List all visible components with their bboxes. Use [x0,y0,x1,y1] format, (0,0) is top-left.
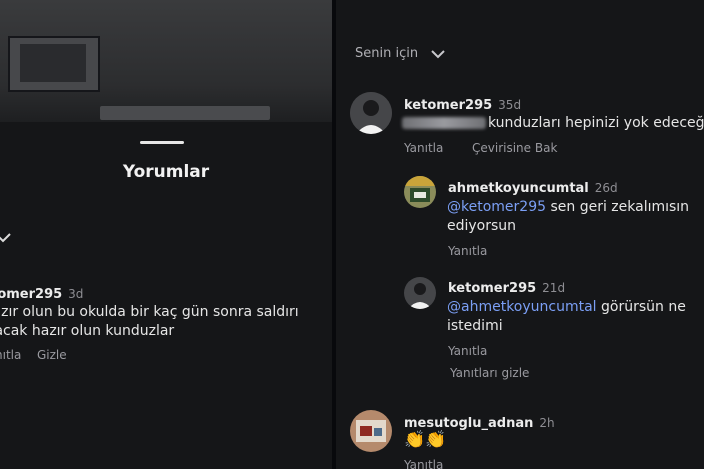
comment-time: 2h [539,416,555,430]
reply-button[interactable]: Yanıtla [448,344,487,358]
sheet-title: Yorumlar [122,162,210,182]
avatar[interactable] [350,410,392,452]
reply-button[interactable]: Yanıtla [404,458,443,469]
mention-link[interactable]: @ahmetkoyuncumtal [447,299,597,315]
hide-button[interactable]: Gizle [37,348,67,362]
comment-username[interactable]: ketomer295 [448,281,536,296]
hide-replies-button[interactable]: Yanıtları gizle [450,366,529,380]
comment-text-line-2: ediyorsun [447,218,517,234]
wall-frame [8,36,100,92]
translate-button[interactable]: Çevirisine Bak [472,141,557,155]
comment-text: kunduzları hepinizi yok edeceğim [402,114,704,133]
chevron-down-icon[interactable] [0,232,12,248]
avatar[interactable] [350,92,392,134]
comment-text-line-1: @ketomer295 sen geri zekalımısın [447,199,690,215]
comment-header: mesutoglu_adnan 2h [404,412,555,431]
clap-emoji: 👏👏 [404,430,447,450]
comment-header: ahmetkoyuncumtal 26d [448,177,618,196]
comments-sheet-left: Yorumlar ketomer295 3d Hazır olun bu okul… [0,0,332,469]
comment-username[interactable]: ketomer295 [404,98,492,113]
comment-username[interactable]: ketomer295 [0,287,62,302]
reply-button[interactable]: Yanıtla [0,348,21,362]
feed-selector[interactable]: Senin için [355,46,446,61]
sheet-drag-handle[interactable] [140,141,184,144]
shelf [100,106,270,120]
comment-time: 21d [542,281,566,295]
comment-username[interactable]: ahmetkoyuncumtal [448,181,589,196]
comment-text-line-1: @ahmetkoyuncumtal görürsün ne [447,299,686,315]
comments-feed-right: Senin için ketomer295 35d kunduzları hepi… [336,0,704,469]
comment-username[interactable]: mesutoglu_adnan [404,416,533,431]
feed-label: Senin için [355,46,419,61]
comment-text-line-2: istedimi [447,318,503,334]
reply-button[interactable]: Yanıtla [404,141,443,155]
background-photo [0,0,332,122]
comment-text-line-1: Hazır olun bu okulda bir kaç gün sonra s… [0,304,299,320]
blurred-word [402,117,486,129]
chevron-down-icon [431,49,445,58]
avatar[interactable] [404,176,436,208]
avatar[interactable] [404,277,436,309]
mention-link[interactable]: @ketomer295 [447,199,546,215]
comment-header: ketomer295 35d [404,94,521,113]
comment-time: 35d [498,98,522,112]
comment-header: ketomer295 21d [448,277,565,296]
comment-header: ketomer295 3d [0,283,83,302]
comment-time: 3d [68,287,84,301]
reply-button[interactable]: Yanıtla [448,244,487,258]
comment-text-line-2: olacak hazır olun kunduzlar [0,323,175,339]
comment-time: 26d [594,181,618,195]
